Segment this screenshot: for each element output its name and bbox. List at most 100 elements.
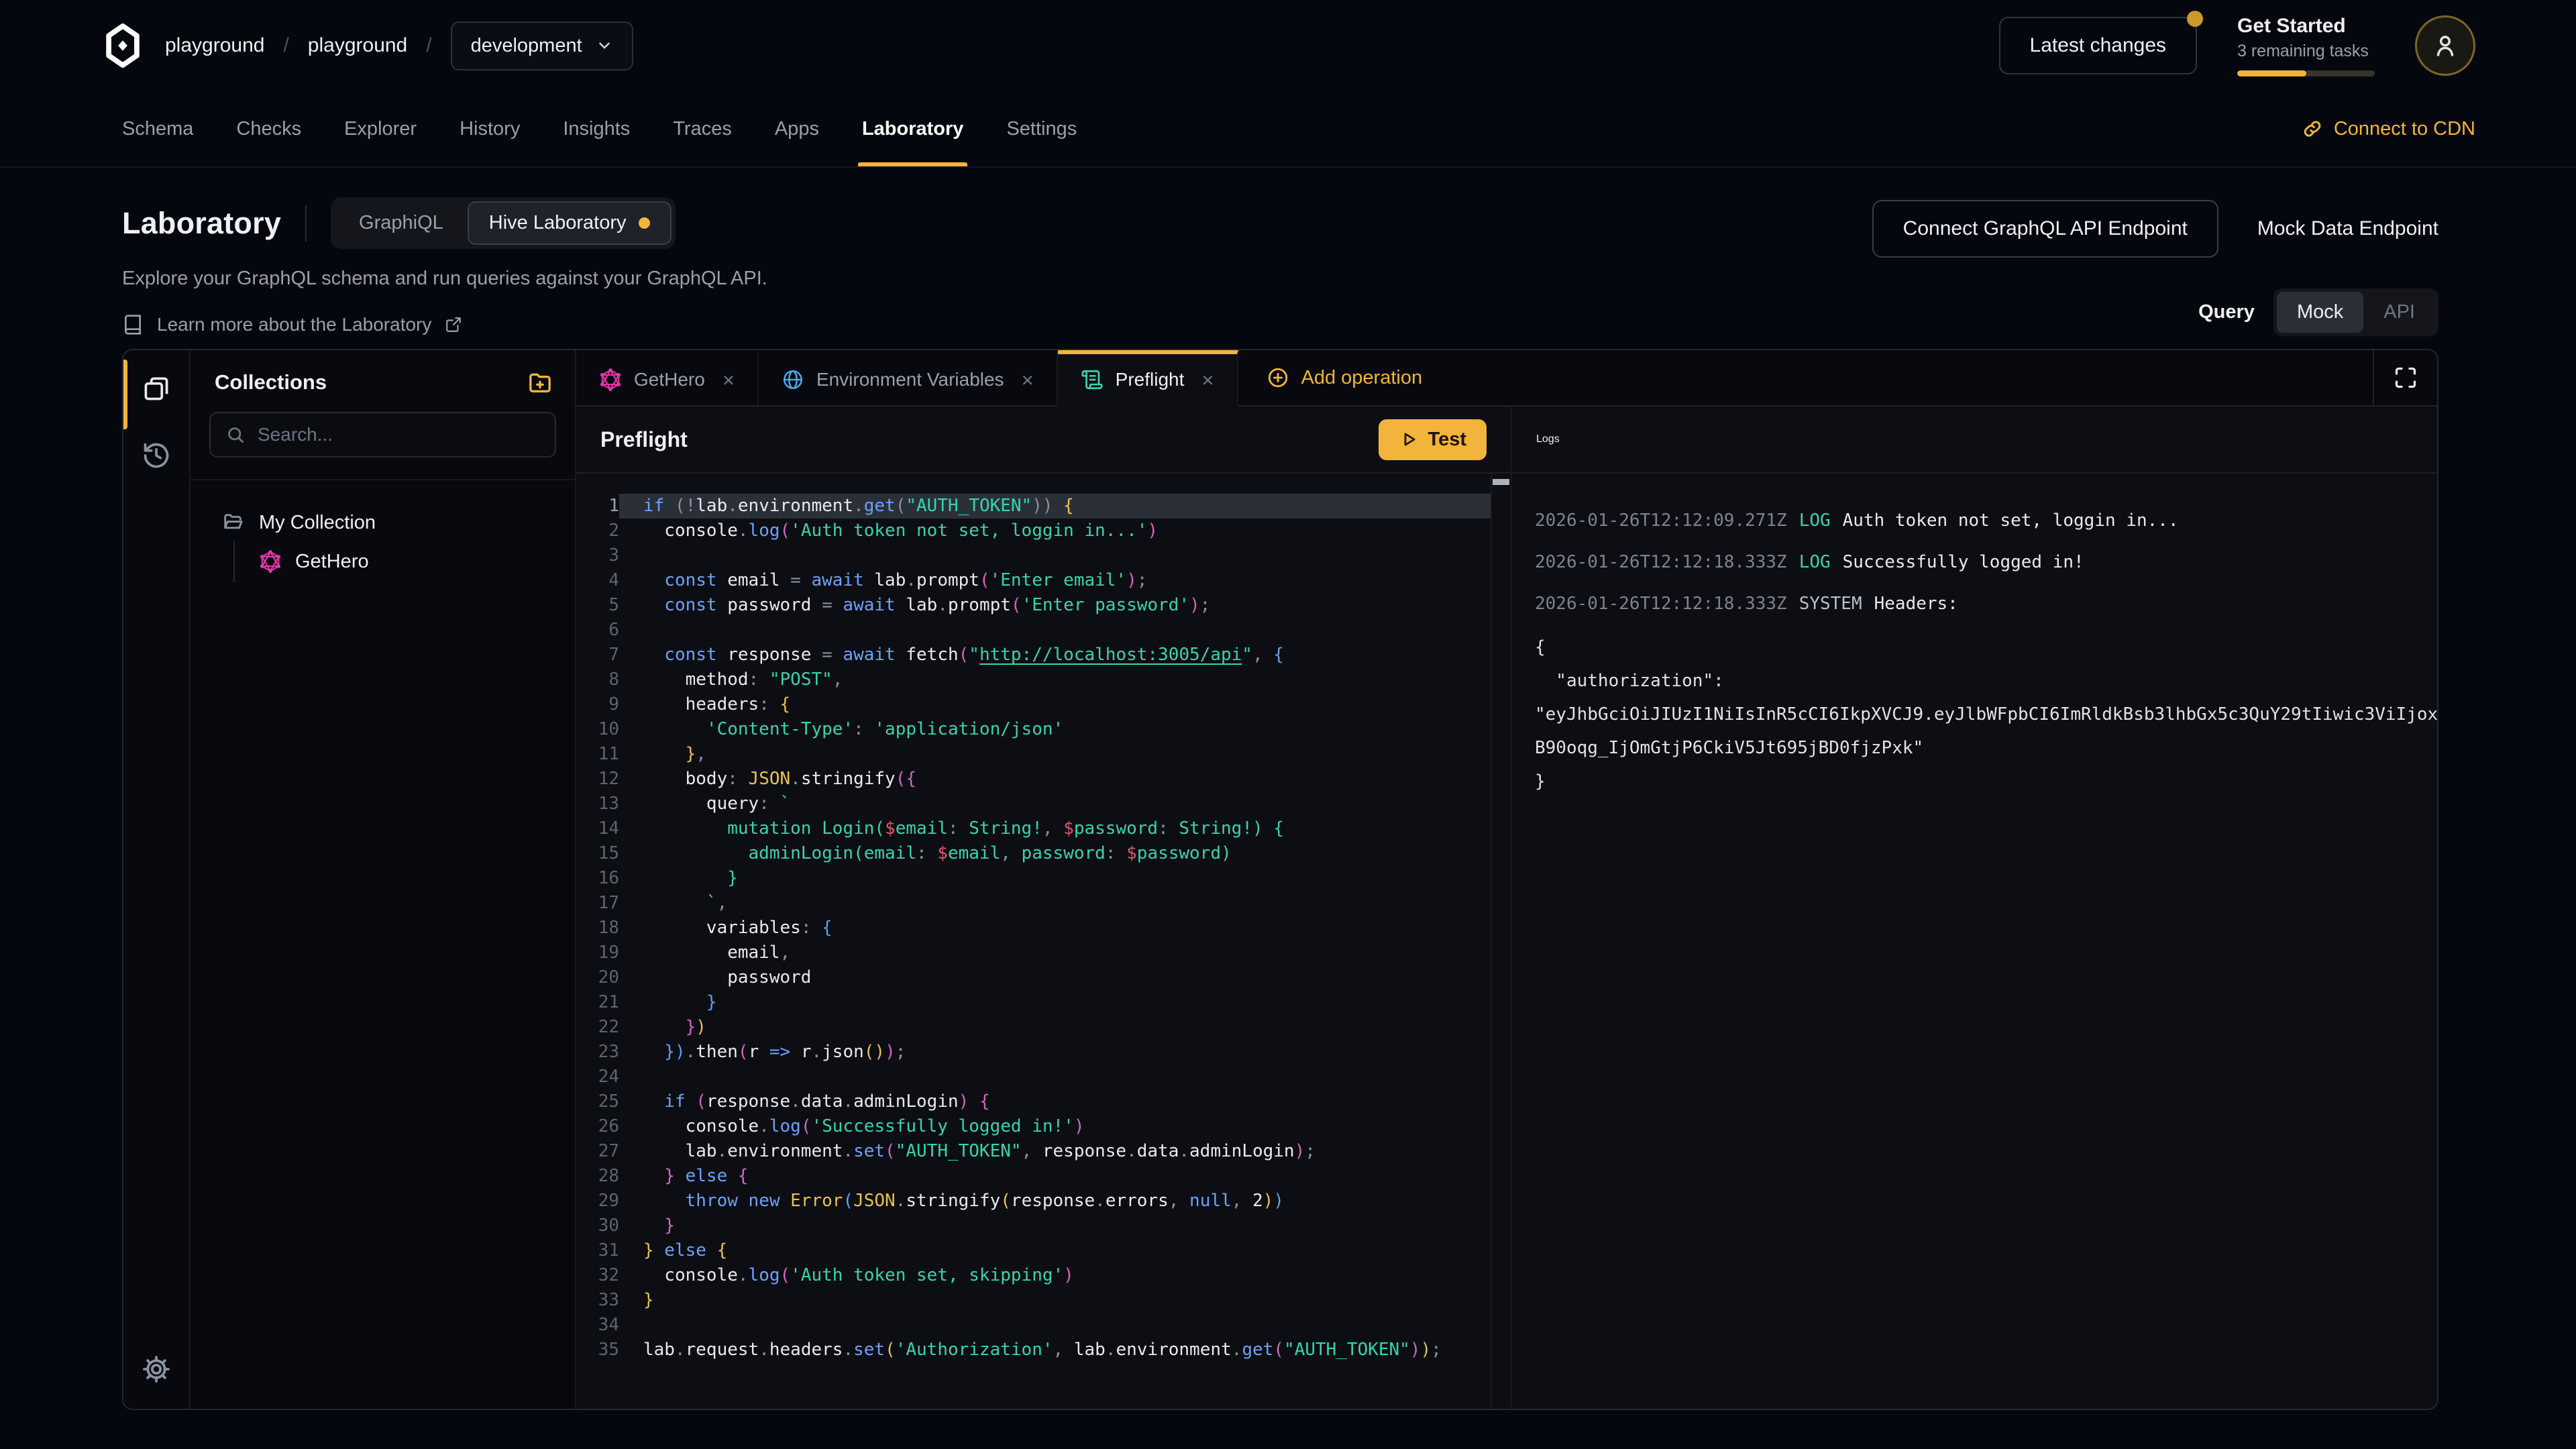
line-number: 5 <box>576 593 619 618</box>
code-text: const email = await lab.prompt('Enter em… <box>619 568 1491 593</box>
target-selector-dropdown[interactable]: development <box>451 21 633 70</box>
code-line-19[interactable]: 19 email, <box>576 941 1511 965</box>
code-line-8[interactable]: 8 method: "POST", <box>576 667 1511 692</box>
code-line-1[interactable]: 1if (!lab.environment.get("AUTH_TOKEN"))… <box>576 494 1511 519</box>
nav-tab-history[interactable]: History <box>438 91 541 166</box>
code-line-22[interactable]: 22 }) <box>576 1015 1511 1040</box>
collection-folder-my-collection[interactable]: My Collection <box>191 504 575 541</box>
code-line-9[interactable]: 9 headers: { <box>576 692 1511 717</box>
line-number: 24 <box>576 1065 619 1089</box>
code-line-27[interactable]: 27 lab.environment.set("AUTH_TOKEN", res… <box>576 1139 1511 1164</box>
latest-changes-button[interactable]: Latest changes <box>1999 17 2197 74</box>
code-text <box>619 618 1491 643</box>
code-line-31[interactable]: 31} else { <box>576 1238 1511 1263</box>
mock-data-endpoint-button[interactable]: Mock Data Endpoint <box>2257 217 2438 240</box>
nav-tab-settings[interactable]: Settings <box>985 91 1098 166</box>
page-title: Laboratory <box>122 206 281 241</box>
tab-gethero[interactable]: GetHero× <box>576 350 759 407</box>
code-line-34[interactable]: 34 <box>576 1313 1511 1338</box>
settings-rail-button[interactable] <box>134 1347 178 1391</box>
toggle-option-graphiql[interactable]: GraphiQL <box>335 201 468 245</box>
code-line-15[interactable]: 15 adminLogin(email: $email, password: $… <box>576 841 1511 866</box>
code-line-30[interactable]: 30 } <box>576 1214 1511 1238</box>
code-line-32[interactable]: 32 console.log('Auth token set, skipping… <box>576 1263 1511 1288</box>
code-text: }).then(r => r.json()); <box>619 1040 1491 1065</box>
toggle-option-hive-laboratory[interactable]: Hive Laboratory <box>468 201 672 245</box>
code-line-20[interactable]: 20 password <box>576 965 1511 990</box>
page-header-right: Connect GraphQL API Endpoint Mock Data E… <box>1872 197 2438 336</box>
code-line-13[interactable]: 13 query: ` <box>576 792 1511 816</box>
collection-folder-label: My Collection <box>259 512 376 534</box>
new-collection-button[interactable] <box>527 369 553 396</box>
code-line-4[interactable]: 4 const email = await lab.prompt('Enter … <box>576 568 1511 593</box>
code-line-14[interactable]: 14 mutation Login($email: String!, $pass… <box>576 816 1511 841</box>
line-number: 12 <box>576 767 619 792</box>
collections-search-input[interactable] <box>258 424 540 445</box>
code-line-7[interactable]: 7 const response = await fetch("http://l… <box>576 643 1511 667</box>
code-line-33[interactable]: 33} <box>576 1288 1511 1313</box>
line-number: 8 <box>576 667 619 692</box>
connect-to-cdn-label: Connect to CDN <box>2334 118 2475 140</box>
close-tab-icon[interactable]: × <box>1201 370 1214 390</box>
nav-tab-checks[interactable]: Checks <box>215 91 323 166</box>
learn-more-link[interactable]: Learn more about the Laboratory <box>122 314 767 335</box>
line-number: 2 <box>576 519 619 543</box>
code-line-18[interactable]: 18 variables: { <box>576 916 1511 941</box>
code-line-23[interactable]: 23 }).then(r => r.json()); <box>576 1040 1511 1065</box>
collection-operation-gethero[interactable]: GetHero <box>235 541 575 582</box>
log-message: Auth token not set, loggin in... <box>1843 511 2179 531</box>
query-mode-api[interactable]: API <box>2363 292 2435 333</box>
code-line-2[interactable]: 2 console.log('Auth token not set, loggi… <box>576 519 1511 543</box>
user-avatar[interactable] <box>2415 15 2475 76</box>
tab-label: Environment Variables <box>816 369 1004 390</box>
editor-scrollbar[interactable] <box>1491 474 1511 1409</box>
history-rail-button[interactable] <box>134 433 178 478</box>
collections-tree: My Collection <box>191 480 575 582</box>
tab-preflight[interactable]: Preflight× <box>1058 350 1238 407</box>
collections-search[interactable] <box>209 412 556 458</box>
code-line-10[interactable]: 10 'Content-Type': 'application/json' <box>576 717 1511 742</box>
breadcrumb-project[interactable]: playground <box>308 34 407 57</box>
log-entry: 2026-01-26T12:12:18.333ZSYSTEMHeaders: <box>1535 589 2437 619</box>
collections-rail-button[interactable] <box>134 366 178 411</box>
logs-body[interactable]: 2026-01-26T12:12:09.271ZLOGAuth token no… <box>1512 474 2437 1409</box>
code-line-11[interactable]: 11 }, <box>576 742 1511 767</box>
hive-logo-icon[interactable] <box>101 23 145 68</box>
get-started-widget[interactable]: Get Started 3 remaining tasks <box>2237 15 2375 76</box>
nav-tab-traces[interactable]: Traces <box>651 91 753 166</box>
code-line-21[interactable]: 21 } <box>576 990 1511 1015</box>
connect-graphql-api-endpoint-button[interactable]: Connect GraphQL API Endpoint <box>1872 200 2218 258</box>
nav-tab-insights[interactable]: Insights <box>541 91 651 166</box>
connect-to-cdn-link[interactable]: Connect to CDN <box>2302 118 2475 140</box>
code-line-16[interactable]: 16 } <box>576 866 1511 891</box>
code-line-25[interactable]: 25 if (response.data.adminLogin) { <box>576 1089 1511 1114</box>
nav-tab-apps[interactable]: Apps <box>753 91 841 166</box>
breadcrumb-org[interactable]: playground <box>165 34 264 57</box>
close-tab-icon[interactable]: × <box>722 370 735 390</box>
add-operation-button[interactable]: Add operation <box>1238 350 1451 407</box>
code-line-24[interactable]: 24 <box>576 1065 1511 1089</box>
page-header-left: Laboratory GraphiQL Hive Laboratory Expl… <box>122 197 767 335</box>
code-text: } else { <box>619 1238 1491 1263</box>
log-json-line: "authorization": <box>1535 664 2437 698</box>
nav-tab-laboratory[interactable]: Laboratory <box>841 91 985 166</box>
nav-tab-explorer[interactable]: Explorer <box>323 91 438 166</box>
nav-tab-schema[interactable]: Schema <box>101 91 215 166</box>
code-line-26[interactable]: 26 console.log('Successfully logged in!'… <box>576 1114 1511 1139</box>
code-line-5[interactable]: 5 const password = await lab.prompt('Ent… <box>576 593 1511 618</box>
code-line-17[interactable]: 17 `, <box>576 891 1511 916</box>
code-line-3[interactable]: 3 <box>576 543 1511 568</box>
tab-environment-variables[interactable]: Environment Variables × <box>759 350 1058 407</box>
test-button[interactable]: Test <box>1379 419 1487 460</box>
editor-scrollbar-thumb[interactable] <box>1493 479 1509 485</box>
fullscreen-button[interactable] <box>2373 350 2437 407</box>
code-line-12[interactable]: 12 body: JSON.stringify({ <box>576 767 1511 792</box>
code-line-29[interactable]: 29 throw new Error(JSON.stringify(respon… <box>576 1189 1511 1214</box>
code-line-6[interactable]: 6 <box>576 618 1511 643</box>
code-line-28[interactable]: 28 } else { <box>576 1164 1511 1189</box>
query-mode-mock[interactable]: Mock <box>2277 292 2363 333</box>
close-tab-icon[interactable]: × <box>1022 370 1034 390</box>
user-icon <box>2431 32 2459 60</box>
code-line-35[interactable]: 35lab.request.headers.set('Authorization… <box>576 1338 1511 1362</box>
code-editor[interactable]: 1if (!lab.environment.get("AUTH_TOKEN"))… <box>576 474 1511 1409</box>
